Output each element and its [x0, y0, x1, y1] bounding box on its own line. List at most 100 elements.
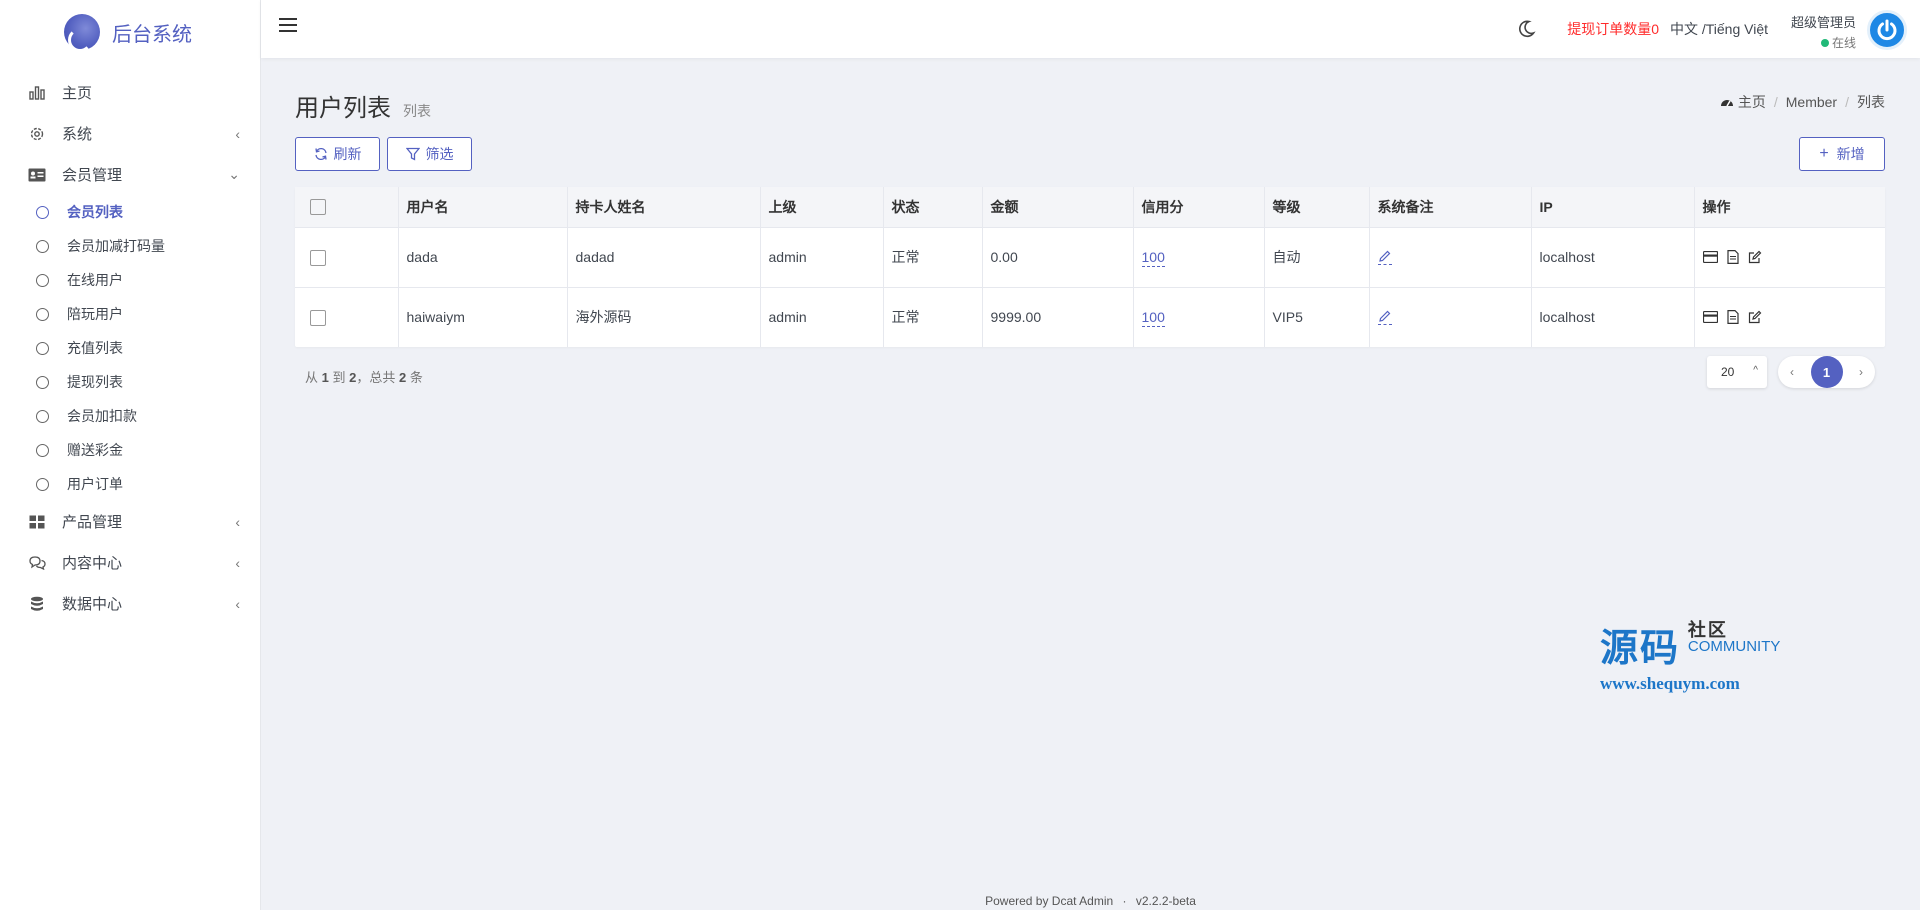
- sidebar-subitem-label: 在线用户: [67, 272, 123, 288]
- dashboard-icon: [1720, 96, 1734, 108]
- sidebar-subitem-balance-adjust[interactable]: 会员加扣款: [0, 399, 260, 433]
- sidebar-item-products[interactable]: 产品管理 ‹: [0, 501, 260, 542]
- breadcrumb-separator: /: [1773, 94, 1778, 110]
- cell-ip: localhost: [1531, 286, 1695, 347]
- sidebar-subitem-user-orders[interactable]: 用户订单: [0, 467, 260, 501]
- circle-icon: [36, 239, 49, 253]
- column-header[interactable]: 等级: [1264, 187, 1370, 227]
- column-header[interactable]: 金额: [982, 187, 1134, 227]
- user-name: 超级管理员: [1790, 15, 1856, 30]
- gear-icon: [28, 125, 46, 143]
- sidebar-item-home[interactable]: 主页: [0, 72, 260, 113]
- sidebar-subitem-recharge-list[interactable]: 充值列表: [0, 331, 260, 365]
- column-header[interactable]: 状态: [883, 187, 983, 227]
- menu-toggle-icon[interactable]: [279, 18, 297, 32]
- credit-card-icon[interactable]: [1702, 251, 1718, 263]
- sidebar-nav: 主页 系统 ‹ 会员管理 ⌄ 会员列表 会员加减打码量 在线用户 陪玩用户 充值…: [0, 64, 260, 624]
- breadcrumb-current: 列表: [1857, 94, 1885, 110]
- circle-icon: [36, 443, 49, 457]
- credit-editable[interactable]: 100: [1141, 249, 1165, 267]
- id-card-icon: [28, 166, 46, 184]
- bar-chart-icon: [28, 84, 46, 102]
- cell-actions: [1694, 226, 1885, 287]
- sidebar-subitem-member-list[interactable]: 会员列表: [0, 195, 260, 229]
- brand-name: 后台系统: [112, 23, 192, 46]
- sidebar-subitem-bonus[interactable]: 赠送彩金: [0, 433, 260, 467]
- edit-remark-icon[interactable]: [1377, 249, 1392, 265]
- footer-sep: ·: [1122, 894, 1127, 908]
- column-header[interactable]: 上级: [760, 187, 884, 227]
- row-select-cell: [295, 286, 399, 347]
- add-button[interactable]: + 新增: [1799, 137, 1885, 171]
- summary-total-word: ，总共: [356, 370, 396, 385]
- page-header: 用户列表 列表: [295, 88, 431, 123]
- column-header[interactable]: 信用分: [1133, 187, 1265, 227]
- column-header[interactable]: 用户名: [398, 187, 568, 227]
- online-dot-icon: [1820, 38, 1829, 47]
- language-switcher[interactable]: 中文 /Tiếng Việt: [1670, 19, 1768, 39]
- table-row: dada dadad admin 正常 0.00 100 自动 localhos…: [295, 226, 1885, 287]
- brand-logo-icon: [64, 14, 100, 52]
- sidebar-subitem-companion-users[interactable]: 陪玩用户: [0, 297, 260, 331]
- prev-page-icon[interactable]: ‹: [1790, 365, 1794, 379]
- refresh-button[interactable]: 刷新: [295, 137, 380, 171]
- row-checkbox[interactable]: [310, 309, 326, 326]
- edit-icon[interactable]: [1748, 310, 1762, 324]
- pagination: ‹ 1 ›: [1778, 356, 1875, 388]
- edit-remark-icon[interactable]: [1377, 309, 1392, 325]
- brand[interactable]: 后台系统: [0, 0, 260, 64]
- sidebar-subitem-label: 用户订单: [67, 476, 123, 492]
- circle-icon: [36, 375, 49, 389]
- per-page-select[interactable]: 20 ^: [1707, 356, 1767, 388]
- chevron-left-icon: ‹: [235, 595, 240, 612]
- document-icon[interactable]: [1726, 250, 1739, 264]
- document-icon[interactable]: [1726, 310, 1739, 325]
- credit-card-icon[interactable]: [1702, 311, 1718, 324]
- next-page-icon[interactable]: ›: [1859, 365, 1863, 379]
- column-header[interactable]: IP: [1531, 187, 1695, 227]
- cell-cardholder: dadad: [567, 226, 761, 287]
- row-select-cell: [295, 226, 399, 287]
- sidebar-subitem-withdraw-list[interactable]: 提现列表: [0, 365, 260, 399]
- pagination-summary: 从 1 到 2，总共 2 条: [305, 367, 423, 386]
- cell-status: 正常: [883, 286, 983, 347]
- column-header[interactable]: 系统备注: [1369, 187, 1532, 227]
- sidebar: 后台系统 主页 系统 ‹ 会员管理 ⌄ 会员列表 会员加减打码量 在线用户 陪玩…: [0, 0, 261, 910]
- sidebar-item-label: 数据中心: [62, 596, 123, 613]
- circle-icon: [36, 273, 49, 287]
- credit-editable[interactable]: 100: [1141, 309, 1165, 328]
- cell-credit: 100: [1133, 286, 1265, 347]
- filter-button[interactable]: 筛选: [387, 137, 472, 171]
- footer-powered[interactable]: Powered by Dcat Admin: [985, 894, 1113, 908]
- user-info[interactable]: 超级管理员 在线: [1791, 12, 1856, 51]
- summary-to-word: 到: [332, 370, 346, 385]
- column-header[interactable]: 持卡人姓名: [567, 187, 761, 227]
- sidebar-subitem-bet-adjust[interactable]: 会员加减打码量: [0, 229, 260, 263]
- sidebar-subitem-label: 会员加扣款: [67, 408, 137, 424]
- breadcrumb-member[interactable]: Member: [1786, 94, 1837, 110]
- withdraw-order-count[interactable]: 提现订单数量0: [1567, 19, 1659, 39]
- sidebar-item-content[interactable]: 内容中心 ‹: [0, 542, 260, 583]
- table-row: haiwaiym 海外源码 admin 正常 9999.00 100 VIP5 …: [295, 286, 1885, 347]
- sidebar-subitem-online-users[interactable]: 在线用户: [0, 263, 260, 297]
- breadcrumb-home[interactable]: 主页: [1738, 92, 1766, 112]
- moon-icon[interactable]: [1516, 19, 1536, 39]
- edit-icon[interactable]: [1748, 250, 1762, 264]
- watermark-logo: 源码 社区 COMMUNITY www.shequym.com: [1600, 617, 1805, 694]
- footer: Powered by Dcat Admin · v2.2.2-beta: [261, 894, 1920, 908]
- page-current[interactable]: 1: [1810, 356, 1843, 388]
- cell-parent: admin: [760, 286, 884, 347]
- sidebar-item-member[interactable]: 会员管理 ⌄: [0, 154, 260, 195]
- cell-username: dada: [398, 226, 568, 287]
- sidebar-item-data[interactable]: 数据中心 ‹: [0, 583, 260, 624]
- cell-cardholder: 海外源码: [567, 286, 761, 347]
- select-all-checkbox[interactable]: [310, 199, 326, 216]
- sidebar-subitem-label: 充值列表: [67, 340, 123, 356]
- row-checkbox[interactable]: [310, 249, 326, 266]
- chat-icon: [28, 554, 46, 572]
- avatar[interactable]: [1867, 10, 1907, 50]
- footer-version: v2.2.2-beta: [1135, 894, 1196, 908]
- summary-unit: 条: [409, 370, 423, 385]
- sidebar-item-system[interactable]: 系统 ‹: [0, 113, 260, 154]
- circle-icon: [36, 477, 49, 491]
